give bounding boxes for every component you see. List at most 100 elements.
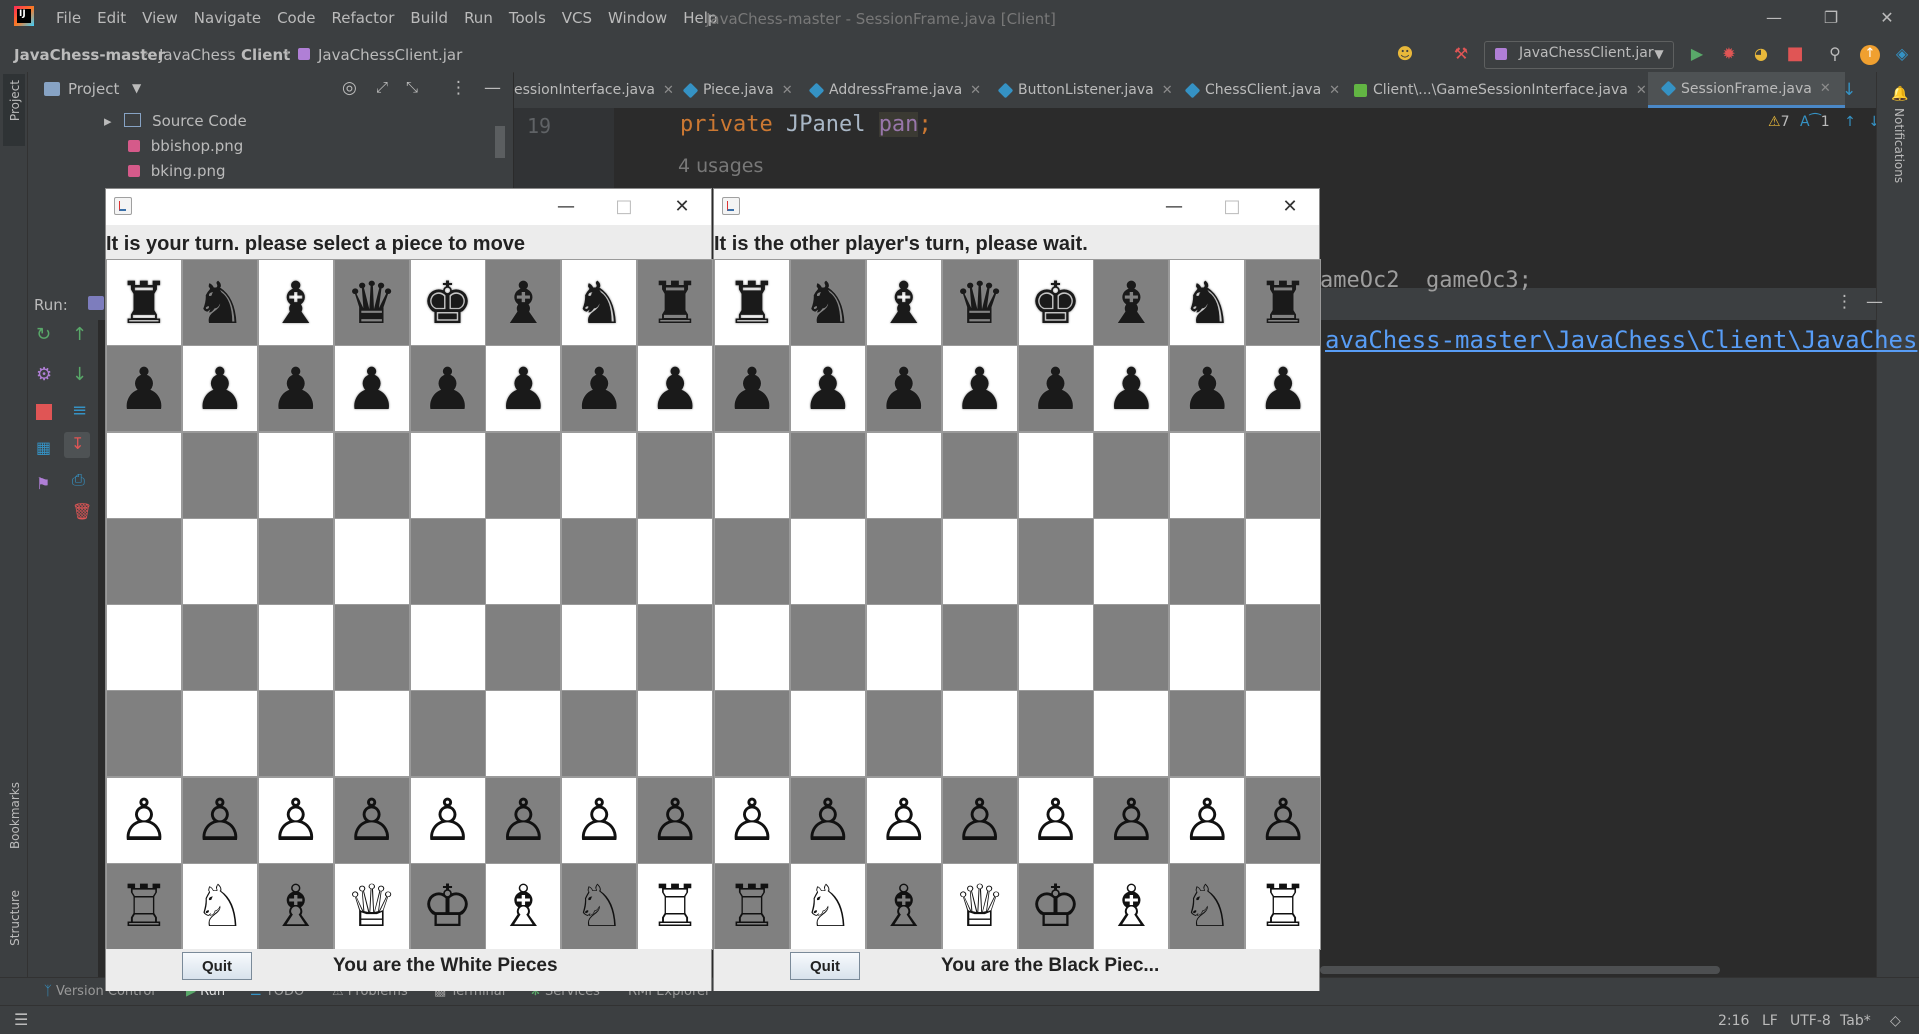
white-pawn-piece[interactable]: ♙ <box>954 791 1006 849</box>
white-pawn-piece[interactable]: ♙ <box>194 791 246 849</box>
project-tool-tab[interactable]: Project <box>3 74 25 146</box>
minimize-button[interactable]: — <box>1154 195 1194 219</box>
board-square[interactable]: ♜ <box>106 259 182 346</box>
board-square[interactable] <box>789 604 866 691</box>
board-square[interactable]: ♗ <box>1093 862 1170 950</box>
board-square[interactable] <box>714 431 790 519</box>
board-square[interactable] <box>257 431 334 519</box>
board-square[interactable] <box>637 431 714 519</box>
board-square[interactable]: ♙ <box>485 776 562 864</box>
board-square[interactable] <box>637 604 714 691</box>
tab-session-frame[interactable]: SessionFrame.java ✕ <box>1648 72 1845 108</box>
locate-icon[interactable]: ◎ <box>342 78 357 98</box>
menu-run[interactable]: Run <box>464 9 503 27</box>
board-square[interactable]: ♝ <box>865 259 942 346</box>
tab-chess-client[interactable]: ChessClient.java ✕ <box>1184 72 1340 108</box>
white-knight-piece[interactable]: ♘ <box>194 877 246 935</box>
board-square[interactable]: ♙ <box>561 776 638 864</box>
board-square[interactable] <box>865 517 942 605</box>
white-pawn-piece[interactable]: ♙ <box>1030 791 1082 849</box>
print-icon[interactable]: ⎙ <box>72 470 85 490</box>
close-button[interactable]: ✕ <box>1867 6 1907 30</box>
board-square[interactable] <box>106 431 182 519</box>
menu-edit[interactable]: Edit <box>97 9 136 27</box>
board-square[interactable] <box>1169 431 1246 519</box>
menu-tools[interactable]: Tools <box>509 9 556 27</box>
black-knight-piece[interactable]: ♞ <box>802 274 854 332</box>
board-square[interactable] <box>106 604 182 691</box>
black-bishop-piece[interactable]: ♝ <box>497 274 549 332</box>
white-pawn-piece[interactable]: ♙ <box>1105 791 1157 849</box>
board-square[interactable] <box>485 517 562 605</box>
black-pawn-piece[interactable]: ♟ <box>649 360 701 418</box>
board-square[interactable]: ♞ <box>1169 259 1246 346</box>
breadcrumb-project[interactable]: JavaChess-master <box>14 46 165 64</box>
usages-hint[interactable]: 4 usages <box>678 155 763 177</box>
board-square[interactable] <box>1245 431 1322 519</box>
board-square[interactable] <box>941 517 1018 605</box>
stop-icon[interactable] <box>36 404 52 420</box>
white-pawn-piece[interactable]: ♙ <box>118 791 170 849</box>
update-icon[interactable]: ↑ <box>1860 45 1880 65</box>
board-square[interactable] <box>714 604 790 691</box>
black-bishop-piece[interactable]: ♝ <box>270 274 322 332</box>
run-icon[interactable]: ▶ <box>1688 45 1706 63</box>
tab-piece[interactable]: Piece.java ✕ <box>682 72 793 108</box>
breadcrumb-jar[interactable]: JavaChessClient.jar <box>318 46 462 64</box>
board-square[interactable]: ♟ <box>485 345 562 433</box>
board-square[interactable]: ♙ <box>333 776 410 864</box>
white-pawn-piece[interactable]: ♙ <box>573 791 625 849</box>
white-bishop-piece[interactable]: ♗ <box>1105 877 1157 935</box>
close-button[interactable]: ✕ <box>1270 195 1310 219</box>
board-square[interactable] <box>333 517 410 605</box>
black-pawn-piece[interactable]: ♟ <box>726 360 778 418</box>
close-icon[interactable]: ✕ <box>1820 81 1831 96</box>
white-bishop-piece[interactable]: ♗ <box>270 877 322 935</box>
black-pawn-piece[interactable]: ♟ <box>270 360 322 418</box>
breadcrumb-folder[interactable]: Client <box>241 46 290 64</box>
board-square[interactable] <box>181 431 258 519</box>
black-pawn-piece[interactable]: ♟ <box>497 360 549 418</box>
board-square[interactable]: ♟ <box>637 345 714 433</box>
board-square[interactable]: ♟ <box>941 345 1018 433</box>
board-square[interactable]: ♕ <box>333 862 410 950</box>
close-icon[interactable]: ✕ <box>970 83 981 98</box>
menu-navigate[interactable]: Navigate <box>194 9 271 27</box>
board-square[interactable]: ♜ <box>714 259 790 346</box>
white-bishop-piece[interactable]: ♗ <box>878 877 930 935</box>
black-pawn-piece[interactable]: ♟ <box>1030 360 1082 418</box>
board-square[interactable]: ♚ <box>409 259 486 346</box>
black-pawn-piece[interactable]: ♟ <box>194 360 246 418</box>
menu-window[interactable]: Window <box>608 9 677 27</box>
board-square[interactable]: ♞ <box>181 259 258 346</box>
white-pawn-piece[interactable]: ♙ <box>422 791 474 849</box>
board-square[interactable]: ♖ <box>106 862 182 950</box>
board-square[interactable]: ♙ <box>789 776 866 864</box>
code-line[interactable]: private JPanel pan; <box>680 112 932 137</box>
white-knight-piece[interactable]: ♘ <box>802 877 854 935</box>
layers-icon[interactable]: ☰ <box>14 1010 28 1029</box>
board-square[interactable] <box>1017 604 1094 691</box>
board-square[interactable]: ♛ <box>333 259 410 346</box>
file-encoding[interactable]: UTF-8 <box>1790 1013 1831 1029</box>
board-square[interactable] <box>1093 431 1170 519</box>
white-pawn-piece[interactable]: ♙ <box>878 791 930 849</box>
black-rook-piece[interactable]: ♜ <box>118 274 170 332</box>
tree-item-bbishop[interactable]: bbishop.png <box>128 137 243 155</box>
board-square[interactable] <box>637 690 714 778</box>
board-square[interactable]: ♟ <box>1017 345 1094 433</box>
board-square[interactable] <box>1245 690 1322 778</box>
black-queen-piece[interactable]: ♛ <box>346 274 398 332</box>
layout-icon[interactable]: ▦ <box>36 438 51 457</box>
search-icon[interactable]: ⚲ <box>1826 45 1844 63</box>
tab-session-interface[interactable]: essionInterface.java ✕ <box>514 72 674 108</box>
white-queen-piece[interactable]: ♕ <box>346 877 398 935</box>
board-square[interactable] <box>106 690 182 778</box>
board-square[interactable]: ♙ <box>714 776 790 864</box>
close-icon[interactable]: ✕ <box>663 83 674 98</box>
close-icon[interactable]: ✕ <box>1636 83 1647 98</box>
board-square[interactable]: ♟ <box>789 345 866 433</box>
black-rook-piece[interactable]: ♜ <box>726 274 778 332</box>
tab-address-frame[interactable]: AddressFrame.java ✕ <box>808 72 981 108</box>
board-square[interactable]: ♝ <box>485 259 562 346</box>
